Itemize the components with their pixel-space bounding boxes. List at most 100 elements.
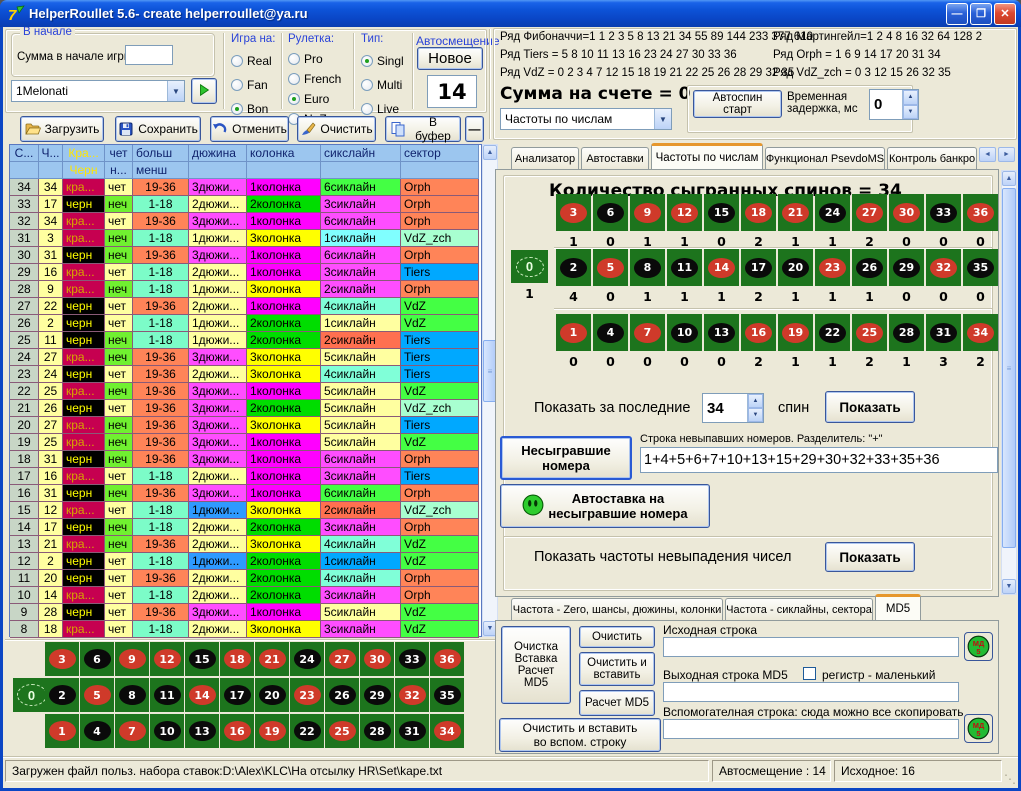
radio-option-multi[interactable]: Multi bbox=[361, 73, 404, 97]
close-button[interactable]: ✕ bbox=[994, 3, 1016, 25]
freq-number-cell-18[interactable]: 18 bbox=[741, 194, 776, 231]
radio-option-fan[interactable]: Fan bbox=[231, 73, 275, 97]
board-number-cell-27[interactable]: 27 bbox=[325, 642, 359, 676]
board-number-cell-28[interactable]: 28 bbox=[360, 714, 394, 748]
board-number-cell-17[interactable]: 17 bbox=[220, 678, 254, 712]
autospin-start-button[interactable]: Автоспин старт bbox=[693, 90, 782, 118]
freq-number-cell-28[interactable]: 28 bbox=[889, 314, 924, 351]
autobet-missed-button[interactable]: Автоставка нанесыгравшие номера bbox=[500, 484, 710, 528]
freq-number-cell-10[interactable]: 10 bbox=[667, 314, 702, 351]
freq-number-cell-34[interactable]: 34 bbox=[963, 314, 998, 351]
board-number-cell-30[interactable]: 30 bbox=[360, 642, 394, 676]
board-number-cell-10[interactable]: 10 bbox=[150, 714, 184, 748]
md5-calc-button[interactable]: Расчет MD5 bbox=[579, 690, 655, 716]
board-number-cell-4[interactable]: 4 bbox=[80, 714, 114, 748]
freq-number-cell-4[interactable]: 4 bbox=[593, 314, 628, 351]
board-number-cell-26[interactable]: 26 bbox=[325, 678, 359, 712]
preset-combo[interactable]: 1Melonati ▼ bbox=[11, 80, 185, 102]
radio-option-real[interactable]: Real bbox=[231, 49, 275, 73]
md5-aux-run-button[interactable]: МД5 bbox=[964, 714, 993, 743]
maximize-button[interactable]: ❐ bbox=[970, 3, 992, 25]
freq-number-cell-12[interactable]: 12 bbox=[667, 194, 702, 231]
board-number-cell-32[interactable]: 32 bbox=[395, 678, 429, 712]
board-number-cell-7[interactable]: 7 bbox=[115, 714, 149, 748]
board-number-cell-9[interactable]: 9 bbox=[115, 642, 149, 676]
board-number-cell-33[interactable]: 33 bbox=[395, 642, 429, 676]
board-number-cell-19[interactable]: 19 bbox=[255, 714, 289, 748]
md5-clear-paste-button[interactable]: Очистить и вставить bbox=[579, 652, 655, 686]
chevron-down-icon[interactable]: ▼ bbox=[167, 81, 184, 101]
md5-clear-button[interactable]: Очистить bbox=[579, 626, 655, 648]
board-number-cell-6[interactable]: 6 bbox=[80, 642, 114, 676]
scroll-down-icon[interactable]: ▼ bbox=[1002, 579, 1016, 594]
freq-number-cell-16[interactable]: 16 bbox=[741, 314, 776, 351]
freq-number-cell-33[interactable]: 33 bbox=[926, 194, 961, 231]
freq-number-cell-15[interactable]: 15 bbox=[704, 194, 739, 231]
board-number-cell-13[interactable]: 13 bbox=[185, 714, 219, 748]
freq-number-cell-11[interactable]: 11 bbox=[667, 249, 702, 286]
board-number-cell-22[interactable]: 22 bbox=[290, 714, 324, 748]
tab-2[interactable]: Частота - сиклайны, сектора bbox=[725, 598, 873, 620]
freq-number-cell-9[interactable]: 9 bbox=[630, 194, 665, 231]
mode-combo[interactable]: Частоты по числам ▼ bbox=[500, 108, 672, 130]
tab-1[interactable]: Частота - Zero, шансы, дюжины, колонки bbox=[511, 598, 723, 620]
play-button[interactable] bbox=[191, 78, 217, 104]
board-number-cell-31[interactable]: 31 bbox=[395, 714, 429, 748]
clear-button[interactable]: Очистить bbox=[297, 116, 376, 142]
case-checkbox[interactable] bbox=[803, 667, 816, 680]
tab-2[interactable]: Автоставки bbox=[581, 147, 649, 169]
board-number-cell-11[interactable]: 11 bbox=[150, 678, 184, 712]
collapse-button[interactable]: — bbox=[465, 116, 484, 142]
freq-number-cell-26[interactable]: 26 bbox=[852, 249, 887, 286]
board-number-cell-5[interactable]: 5 bbox=[80, 678, 114, 712]
board-number-cell-20[interactable]: 20 bbox=[255, 678, 289, 712]
board-number-cell-12[interactable]: 12 bbox=[150, 642, 184, 676]
new-button[interactable]: Новое bbox=[417, 47, 483, 70]
board-number-cell-36[interactable]: 36 bbox=[430, 642, 464, 676]
board-number-cell-14[interactable]: 14 bbox=[185, 678, 219, 712]
freq-number-cell-31[interactable]: 31 bbox=[926, 314, 961, 351]
undo-button[interactable]: Отменить bbox=[210, 116, 289, 142]
show-last-spinner[interactable]: 34 ▲▼ bbox=[702, 393, 764, 423]
board-number-cell-18[interactable]: 18 bbox=[220, 642, 254, 676]
tab-3[interactable]: Частоты по числам bbox=[651, 143, 763, 169]
freq-number-cell-23[interactable]: 23 bbox=[815, 249, 850, 286]
freq-number-cell-17[interactable]: 17 bbox=[741, 249, 776, 286]
scroll-up-icon[interactable]: ▲ bbox=[483, 145, 497, 160]
show-missing-freq-button[interactable]: Показать bbox=[825, 542, 915, 572]
tab-scroll-left-icon[interactable]: ◄ bbox=[979, 147, 996, 162]
freq-number-cell-6[interactable]: 6 bbox=[593, 194, 628, 231]
show-button[interactable]: Показать bbox=[825, 391, 915, 423]
board-number-cell-3[interactable]: 3 bbox=[45, 642, 79, 676]
freq-number-cell-8[interactable]: 8 bbox=[630, 249, 665, 286]
start-sum-input[interactable] bbox=[125, 45, 173, 65]
radio-option-singl[interactable]: Singl bbox=[361, 49, 404, 73]
scroll-up-icon[interactable]: ▲ bbox=[1002, 171, 1016, 186]
md5-source-input[interactable] bbox=[663, 637, 959, 657]
tab-4[interactable]: Функционал PsevdoMS bbox=[765, 147, 885, 169]
board-number-cell-21[interactable]: 21 bbox=[255, 642, 289, 676]
freq-number-cell-36[interactable]: 36 bbox=[963, 194, 998, 231]
freq-number-cell-24[interactable]: 24 bbox=[815, 194, 850, 231]
board-number-cell-35[interactable]: 35 bbox=[430, 678, 464, 712]
spin-up-icon[interactable]: ▲ bbox=[903, 90, 918, 105]
freq-number-cell-27[interactable]: 27 bbox=[852, 194, 887, 231]
freq-number-cell-14[interactable]: 14 bbox=[704, 249, 739, 286]
tab-3[interactable]: MD5 bbox=[875, 594, 921, 620]
tab-scroll-right-icon[interactable]: ► bbox=[998, 147, 1015, 162]
freq-number-cell-30[interactable]: 30 bbox=[889, 194, 924, 231]
board-number-cell-23[interactable]: 23 bbox=[290, 678, 324, 712]
freq-number-cell-20[interactable]: 20 bbox=[778, 249, 813, 286]
freq-number-cell-35[interactable]: 35 bbox=[963, 249, 998, 286]
board-number-cell-34[interactable]: 34 bbox=[430, 714, 464, 748]
chevron-down-icon[interactable]: ▼ bbox=[654, 109, 671, 129]
save-button[interactable]: Сохранить bbox=[115, 116, 201, 142]
radio-option-french[interactable]: French bbox=[288, 69, 344, 89]
spin-down-icon[interactable]: ▼ bbox=[903, 105, 918, 120]
freq-number-cell-25[interactable]: 25 bbox=[852, 314, 887, 351]
scrollbar-thumb[interactable]: ≡ bbox=[1002, 188, 1016, 548]
board-number-cell-1[interactable]: 1 bbox=[45, 714, 79, 748]
board-number-cell-29[interactable]: 29 bbox=[360, 678, 394, 712]
freq-panel-scrollbar[interactable]: ▲ ≡ ▼ bbox=[1001, 170, 1017, 595]
freq-number-cell-5[interactable]: 5 bbox=[593, 249, 628, 286]
